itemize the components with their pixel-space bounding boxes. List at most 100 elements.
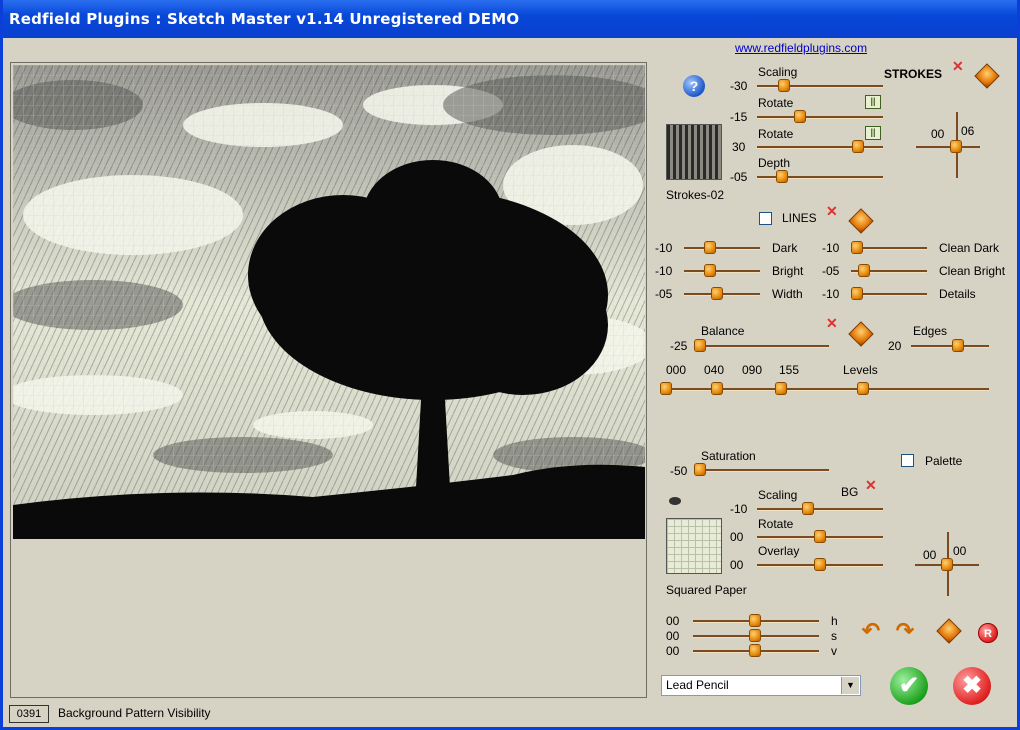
- edges-handle[interactable]: [953, 340, 963, 351]
- hsv-s-handle[interactable]: [750, 630, 760, 641]
- sketch-preview-image: [13, 65, 645, 539]
- saturation-value: -50: [670, 464, 688, 478]
- edges-label: Edges: [913, 324, 948, 338]
- strokes-rotate2-value: 30: [732, 140, 746, 154]
- randomize-diamond-icon[interactable]: [849, 322, 873, 346]
- lines-bright-handle[interactable]: [705, 265, 715, 276]
- strokes-offset-pad-horizontal[interactable]: [916, 146, 980, 148]
- strokes-rotate2-label: Rotate: [758, 127, 794, 141]
- redo-arrow-icon[interactable]: ↷: [891, 620, 919, 642]
- strokes-scaling-handle[interactable]: [779, 80, 789, 91]
- remove-x-icon[interactable]: ✕: [865, 478, 877, 492]
- title-bar[interactable]: Redfield Plugins : Sketch Master v1.14 U…: [3, 0, 1017, 38]
- palette-checkbox[interactable]: [901, 454, 914, 467]
- randomize-diamond-icon[interactable]: [937, 619, 961, 643]
- remove-x-icon[interactable]: ✕: [826, 204, 838, 218]
- levels-handle-2[interactable]: [712, 383, 722, 394]
- cancel-x-icon: ✖: [961, 672, 983, 699]
- ok-button[interactable]: ✔: [890, 667, 928, 705]
- website-link[interactable]: www.redfieldplugins.com: [735, 41, 867, 55]
- strokes-scaling-value: -30: [730, 79, 748, 93]
- strokes-rotate1-value: -15: [730, 110, 748, 124]
- hsv-v-handle[interactable]: [750, 645, 760, 656]
- saturation-label: Saturation: [701, 449, 756, 463]
- bg-label: BG: [841, 485, 859, 499]
- lines-checkbox[interactable]: [759, 212, 772, 225]
- strokes-rotate1-handle[interactable]: [795, 111, 805, 122]
- preview-panel[interactable]: [10, 62, 647, 698]
- eye-icon[interactable]: [669, 497, 681, 505]
- strokes-scaling-label: Scaling: [758, 65, 798, 79]
- lines-clean-dark-value: -10: [822, 241, 840, 255]
- edges-value: 20: [888, 339, 902, 353]
- cancel-button[interactable]: ✖: [953, 667, 991, 705]
- reset-button[interactable]: R: [978, 623, 998, 643]
- edges-slider[interactable]: [911, 345, 989, 348]
- bg-overlay-handle[interactable]: [815, 559, 825, 570]
- lines-clean-dark-slider[interactable]: [851, 247, 927, 250]
- lines-width-slider[interactable]: [684, 293, 760, 296]
- strokes-rotate2-slider[interactable]: [757, 146, 883, 149]
- bg-offset-y: 00: [953, 544, 967, 558]
- bg-scaling-value: -10: [730, 502, 748, 516]
- lines-clean-bright-label: Clean Bright: [939, 264, 1006, 278]
- lines-clean-dark-handle[interactable]: [852, 242, 862, 253]
- remove-x-icon[interactable]: ✕: [826, 316, 838, 330]
- bg-offset-handle[interactable]: [942, 559, 952, 570]
- strokes-depth-slider[interactable]: [757, 176, 883, 179]
- levels-handle-1[interactable]: [661, 383, 671, 394]
- status-text: Background Pattern Visibility: [58, 706, 211, 720]
- strokes-depth-value: -05: [730, 170, 748, 184]
- balance-slider[interactable]: [695, 345, 829, 348]
- ok-check-icon: ✔: [898, 672, 920, 699]
- bg-rotate-value: 00: [730, 530, 744, 544]
- lines-details-handle[interactable]: [852, 288, 862, 299]
- lines-dark-handle[interactable]: [705, 242, 715, 253]
- bg-scaling-slider[interactable]: [757, 508, 883, 511]
- bg-overlay-value: 00: [730, 558, 744, 572]
- balance-handle[interactable]: [695, 340, 705, 351]
- strokes-scaling-slider[interactable]: [757, 85, 883, 88]
- chevron-down-icon[interactable]: ▼: [841, 677, 859, 694]
- strokes-preset-thumbnail[interactable]: [666, 124, 722, 180]
- strokes-depth-handle[interactable]: [777, 171, 787, 182]
- levels-label: Levels: [843, 363, 878, 377]
- levels-value-1: 000: [666, 363, 687, 377]
- lines-width-value: -05: [655, 287, 673, 301]
- hsv-s-value: 00: [666, 629, 680, 643]
- hsv-h-handle[interactable]: [750, 615, 760, 626]
- lines-clean-bright-value: -05: [822, 264, 840, 278]
- window-title: Redfield Plugins : Sketch Master v1.14 U…: [9, 10, 520, 28]
- balance-label: Balance: [701, 324, 745, 338]
- saturation-handle[interactable]: [695, 464, 705, 475]
- preset-select[interactable]: Lead Pencil ▼: [661, 675, 861, 696]
- help-icon[interactable]: ?: [683, 75, 705, 97]
- strokes-rotate1-slider[interactable]: [757, 116, 883, 119]
- saturation-slider[interactable]: [695, 469, 829, 472]
- strokes-offset-handle[interactable]: [951, 141, 961, 152]
- bg-scaling-handle[interactable]: [803, 503, 813, 514]
- remove-x-icon[interactable]: ✕: [952, 59, 964, 73]
- background-preset-thumbnail[interactable]: [666, 518, 722, 574]
- lock-toggle-icon[interactable]: ||: [865, 126, 881, 140]
- levels-handle-3[interactable]: [776, 383, 786, 394]
- lines-width-handle[interactable]: [712, 288, 722, 299]
- lines-dark-slider[interactable]: [684, 247, 760, 250]
- lines-clean-bright-handle[interactable]: [859, 265, 869, 276]
- lines-details-slider[interactable]: [851, 293, 927, 296]
- bg-rotate-handle[interactable]: [815, 531, 825, 542]
- app-window: Redfield Plugins : Sketch Master v1.14 U…: [0, 0, 1020, 730]
- levels-value-4: 155: [779, 363, 800, 377]
- lines-details-label: Details: [939, 287, 976, 301]
- levels-value-2: 040: [704, 363, 725, 377]
- lock-toggle-icon[interactable]: ||: [865, 95, 881, 109]
- status-number: 0391: [9, 705, 49, 723]
- strokes-header: STROKES: [884, 67, 943, 81]
- levels-value-3: 090: [742, 363, 763, 377]
- randomize-diamond-icon[interactable]: [975, 64, 999, 88]
- levels-handle-4[interactable]: [858, 383, 868, 394]
- strokes-rotate2-handle[interactable]: [853, 141, 863, 152]
- lines-bright-slider[interactable]: [684, 270, 760, 273]
- undo-arrow-icon[interactable]: ↶: [857, 620, 885, 642]
- randomize-diamond-icon[interactable]: [849, 209, 873, 233]
